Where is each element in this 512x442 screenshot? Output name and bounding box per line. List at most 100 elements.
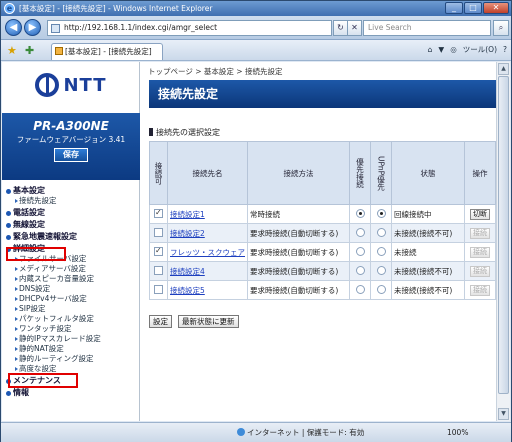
menu-item[interactable]: ファイルサーバ設定	[2, 254, 140, 264]
operation-button[interactable]: 接続	[470, 227, 490, 239]
enable-checkbox[interactable]	[154, 208, 163, 218]
enable-checkbox[interactable]	[154, 265, 163, 275]
table-row: フレッツ・スクウェア要求時接続(自動切断する) 未接続接続	[149, 242, 496, 262]
ntt-mark-icon	[35, 73, 60, 97]
print-icon[interactable]: ◎	[450, 44, 457, 56]
menu-item[interactable]: 高度な設定	[2, 364, 140, 374]
menu-item[interactable]: メディアサーバ設定	[2, 264, 140, 274]
help-icon[interactable]: ?	[503, 44, 507, 56]
menu-section[interactable]: 情報	[2, 388, 140, 398]
tools-menu[interactable]: ツール(O)	[463, 44, 497, 56]
feeds-icon[interactable]: ▼	[438, 44, 444, 56]
menu-section[interactable]: 無線設定	[2, 220, 140, 230]
connection-status: 未接続(接続不可)	[391, 261, 465, 281]
menu-item[interactable]: 静的ルーティング設定	[2, 354, 140, 364]
refresh-button[interactable]: ↻	[333, 20, 348, 36]
header-operation: 操作	[464, 141, 496, 205]
search-icon[interactable]: ⌕	[493, 20, 509, 36]
menu-item[interactable]: 接続先設定	[2, 196, 140, 206]
minimize-button[interactable]: _	[445, 2, 463, 14]
header-priority: 優先接続	[349, 141, 371, 205]
connection-method: 要求時接続(自動切断する)	[247, 280, 350, 300]
maximize-button[interactable]: □	[464, 2, 482, 14]
connection-status: 回線接続中	[391, 204, 465, 224]
priority-radio[interactable]	[355, 265, 365, 275]
internet-zone-icon	[237, 428, 245, 436]
scroll-thumb[interactable]	[498, 76, 509, 394]
connection-method: 要求時接続(自動切断する)	[247, 242, 350, 262]
browser-window: e [基本設定] - [接続先設定] - Windows Internet Ex…	[0, 0, 512, 442]
upnp-radio[interactable]	[376, 284, 386, 294]
close-button[interactable]: ✕	[483, 2, 509, 14]
active-tab[interactable]: [基本設定] - [接続先設定]	[51, 43, 163, 60]
favorites-star-icon[interactable]: ★	[7, 44, 17, 57]
refresh-status-button[interactable]: 最新状態に更新	[178, 315, 239, 328]
back-button[interactable]: ◀	[5, 19, 22, 36]
menu-item[interactable]: 内蔵スピーカ音量設定	[2, 274, 140, 284]
breadcrumb: トップページ > 基本設定 > 接続先設定	[148, 67, 283, 76]
address-input[interactable]: http://192.168.1.1/index.cgi/amgr_select	[47, 20, 332, 36]
menu-section[interactable]: 基本設定	[2, 186, 140, 196]
table-row: 接続設定1 常時接続 回線接続中切断	[149, 204, 496, 224]
menu-item[interactable]: DNS設定	[2, 284, 140, 294]
vertical-scrollbar[interactable]: ▲ ▼	[496, 62, 510, 421]
menu-item[interactable]: ワンタッチ設定	[2, 324, 140, 334]
menu-section[interactable]: 緊急地震速報設定	[2, 232, 140, 242]
upnp-radio[interactable]	[376, 208, 386, 218]
table-row: 接続設定5 要求時接続(自動切断する) 未接続(接続不可) 接続	[149, 280, 496, 300]
operation-button[interactable]: 切断	[470, 208, 490, 220]
connection-method: 要求時接続(自動切断する)	[247, 223, 350, 243]
menu-item[interactable]: DHCPv4サーバ設定	[2, 294, 140, 304]
operation-button[interactable]: 接続	[470, 284, 490, 296]
header-status: 状態	[391, 141, 465, 205]
add-favorites-icon[interactable]: ✚	[25, 44, 34, 57]
home-icon[interactable]: ⌂	[428, 44, 433, 56]
menu-item[interactable]: SIP設定	[2, 304, 140, 314]
operation-button[interactable]: 接続	[470, 265, 490, 277]
zone-text: インターネット | 保護モード: 有効	[247, 428, 365, 437]
connection-name-link[interactable]: 接続設定1	[170, 210, 205, 219]
enable-checkbox[interactable]	[154, 246, 163, 256]
connection-name-link[interactable]: フレッツ・スクウェア	[170, 248, 245, 257]
priority-radio[interactable]	[355, 208, 365, 218]
connection-method: 常時接続	[247, 204, 350, 224]
scroll-down-icon[interactable]: ▼	[498, 408, 509, 420]
connection-name-link[interactable]: 接続設定2	[170, 229, 205, 238]
connection-name-link[interactable]: 接続設定5	[170, 286, 205, 295]
menu-item[interactable]: パケットフィルタ設定	[2, 314, 140, 324]
stop-button[interactable]: ✕	[347, 20, 362, 36]
tab-page-icon	[55, 47, 63, 55]
logo-text: NTT	[63, 74, 107, 96]
set-button[interactable]: 設定	[149, 315, 172, 328]
connection-table: 接続可 接続先名 接続方法 優先接続 UPnP優先 状態 操作 接続設定1 常時接…	[149, 141, 496, 300]
menu-item[interactable]: 静的NAT設定	[2, 344, 140, 354]
enable-checkbox[interactable]	[154, 227, 163, 237]
window-title: [基本設定] - [接続先設定] - Windows Internet Expl…	[19, 4, 213, 13]
model-panel: PR-A300NE ファームウェアバージョン 3.41 保存	[2, 113, 140, 180]
menu-section[interactable]: メンテナンス	[2, 376, 140, 386]
page-icon	[51, 24, 60, 33]
priority-radio[interactable]	[355, 284, 365, 294]
upnp-radio[interactable]	[376, 246, 386, 256]
forward-button[interactable]: ▶	[24, 19, 41, 36]
menu-section[interactable]: 電話設定	[2, 208, 140, 218]
address-toolbar: ◀ ▶ http://192.168.1.1/index.cgi/amgr_se…	[1, 16, 511, 40]
scroll-up-icon[interactable]: ▲	[498, 63, 509, 75]
section-title: 接続先の選択設定	[149, 127, 220, 138]
menu-section[interactable]: 詳細設定	[2, 244, 140, 254]
connection-status: 未接続(接続不可)	[391, 280, 465, 300]
search-input[interactable]: Live Search	[363, 20, 491, 36]
priority-radio[interactable]	[355, 227, 365, 237]
connection-name-link[interactable]: 接続設定4	[170, 267, 205, 276]
save-button[interactable]: 保存	[54, 148, 88, 162]
priority-radio[interactable]	[355, 246, 365, 256]
header-name: 接続先名	[167, 141, 248, 205]
connection-method: 要求時接続(自動切断する)	[247, 261, 350, 281]
side-menu: 基本設定 接続先設定電話設定無線設定緊急地震速報設定 詳細設定 ファイルサーバ設定 メデ…	[2, 184, 140, 398]
upnp-radio[interactable]	[376, 265, 386, 275]
enable-checkbox[interactable]	[154, 284, 163, 294]
zoom-level[interactable]: 100%	[447, 423, 468, 442]
operation-button[interactable]: 接続	[470, 246, 490, 258]
menu-item[interactable]: 静的IPマスカレード設定	[2, 334, 140, 344]
upnp-radio[interactable]	[376, 227, 386, 237]
